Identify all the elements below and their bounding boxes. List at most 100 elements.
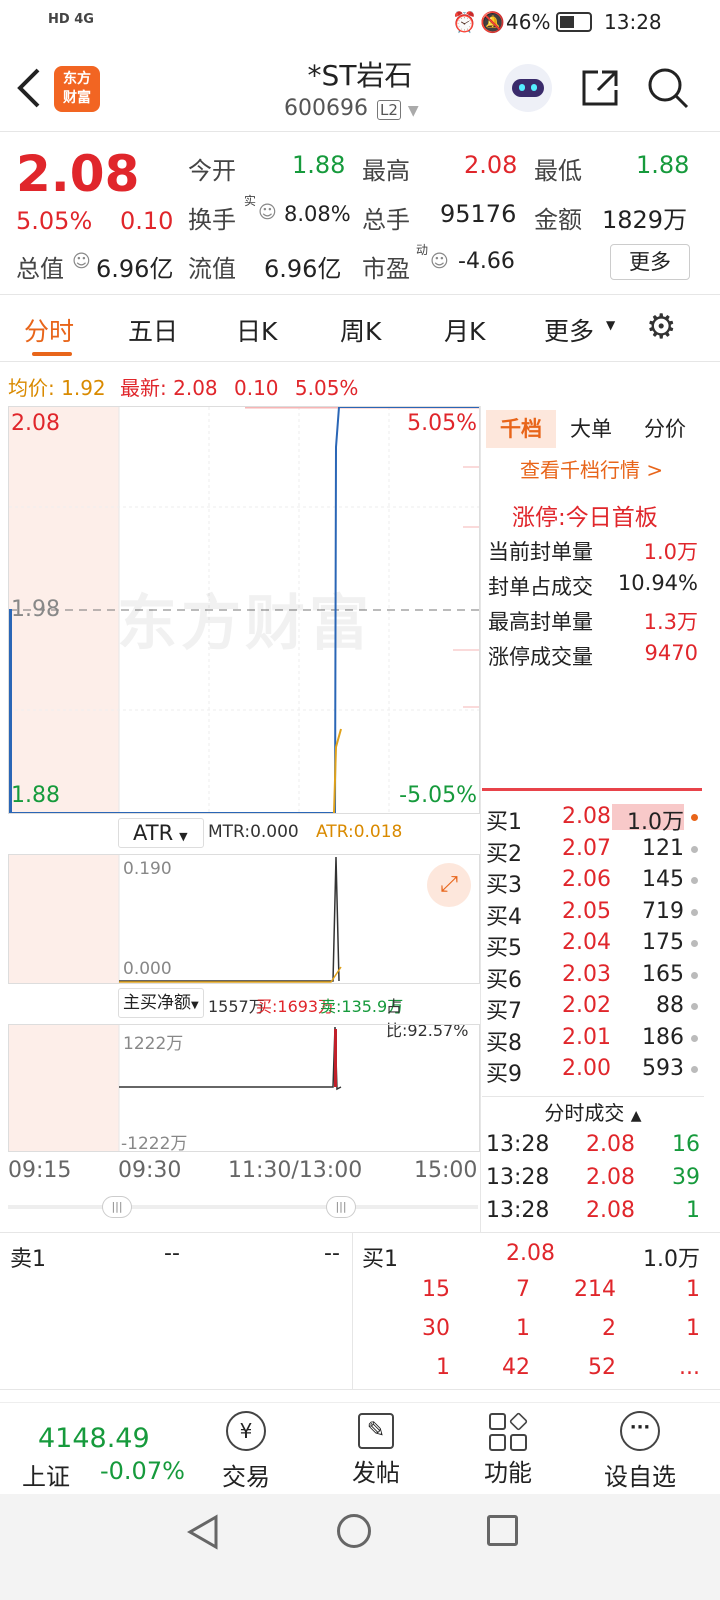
queue-cell: 30 (422, 1316, 450, 1341)
tab-weekly-k[interactable]: 周K (340, 312, 381, 348)
caret-down-icon: ▼ (191, 1000, 199, 1011)
bid-row[interactable]: 买8 2.01 186 (482, 1025, 704, 1056)
tab-five-day[interactable]: 五日 (128, 312, 178, 348)
edit-icon: ✎ (358, 1413, 394, 1449)
bid-label: 买3 (486, 873, 522, 898)
index-name: 上证 (22, 1463, 70, 1491)
tab-daily-k[interactable]: 日K (236, 312, 277, 348)
float-cap-label: 流值 (188, 255, 236, 283)
pe-label: 市盈 (362, 255, 410, 283)
bid-row[interactable]: 买5 2.04 175 (482, 930, 704, 961)
y-axis-mid: 1.98 (11, 597, 60, 622)
nav-home-icon[interactable] (337, 1514, 371, 1548)
time-range-slider[interactable]: ||| ||| (8, 1196, 478, 1218)
slider-handle-left[interactable]: ||| (102, 1196, 132, 1218)
header: 东方 财富 *ST岩石 600696 L2 ▼ (0, 44, 720, 132)
back-icon[interactable] (14, 66, 42, 110)
tab-intraday[interactable]: 分时 (24, 312, 74, 348)
caret-down-icon: ▼ (179, 830, 188, 843)
change-pct: 5.05% (16, 207, 93, 235)
info-icon[interactable]: ☺ (258, 202, 277, 223)
flow-chart[interactable]: 1222万 -1222万 (8, 1024, 480, 1154)
price-series (9, 407, 479, 813)
bid-price: 2.08 (562, 804, 611, 829)
amount-value: 1829万 (602, 206, 688, 234)
divider (482, 788, 702, 791)
bid-row[interactable]: 买3 2.06 145 (482, 867, 704, 898)
stock-code: 600696 (284, 96, 368, 121)
search-icon[interactable] (646, 66, 690, 110)
open-value: 1.88 (292, 151, 346, 179)
nav-back-icon[interactable] (186, 1514, 220, 1550)
grid-icon (489, 1411, 529, 1451)
status-dot-icon (691, 1066, 698, 1073)
trade-button[interactable]: ¥ 交易 (216, 1411, 276, 1491)
post-button[interactable]: ✎ 发帖 (346, 1411, 406, 1491)
bid-row[interactable]: 买1 2.08 1.0万 (482, 804, 704, 835)
add-watchlist-button[interactable]: ··· 设自选 (598, 1411, 682, 1491)
side-separator (480, 406, 481, 1232)
bid-row[interactable]: 买7 2.02 88 (482, 993, 704, 1024)
expand-icon[interactable]: ⤢ (427, 863, 471, 907)
bid-price: 2.05 (562, 898, 611, 924)
amount-label: 金额 (534, 206, 582, 234)
features-label: 功能 (484, 1459, 532, 1487)
index-ticker[interactable]: 4148.49 上证 -0.07% (14, 1417, 185, 1491)
stat-value: 9470 (644, 641, 698, 665)
add-watchlist-label: 设自选 (604, 1463, 676, 1491)
atr-indicator-select[interactable]: ATR ▼ (118, 818, 204, 848)
time-axis: 09:15 09:30 11:30/13:00 15:00 (8, 1158, 480, 1188)
change-value: 0.10 (120, 207, 174, 235)
volume-value: 95176 (440, 200, 517, 228)
stat-label: 当前封单量 (488, 540, 593, 564)
robot-assistant-icon[interactable] (504, 64, 552, 112)
atr-header: ATR ▼ MTR:0.000 ATR:0.018 (118, 816, 478, 852)
time-label: 09:15 (8, 1158, 72, 1183)
tab-monthly-k[interactable]: 月K (444, 312, 485, 348)
info-icon[interactable]: ☺ (430, 251, 449, 272)
chart-tabs: 分时 五日 日K 周K 月K 更多 ▼ ⚙ (0, 296, 720, 362)
index-change: -0.07% (100, 1457, 185, 1485)
atr-min: 0.000 (123, 959, 172, 979)
dropdown-icon: ▼ (407, 103, 419, 119)
tab-more[interactable]: 更多 (544, 312, 594, 348)
bid-row[interactable]: 买4 2.05 719 (482, 898, 704, 930)
features-button[interactable]: 功能 (478, 1411, 538, 1491)
flow-indicator-select[interactable]: 主买净额▼ (118, 988, 204, 1018)
stat-value: 1.0万 (643, 540, 698, 564)
status-dot-icon (691, 814, 698, 821)
bid-row[interactable]: 买2 2.07 121 (482, 836, 704, 867)
side-tab-large-orders[interactable]: 大单 (570, 410, 612, 448)
bottom-toolbar: 4148.49 上证 -0.07% ¥ 交易 ✎ 发帖 功能 ··· 设自选 (0, 1402, 720, 1494)
bid-volume: 719 (642, 898, 684, 924)
bid-volume: 88 (656, 993, 684, 1018)
atr-chart[interactable]: 0.190 0.000 ⤢ (8, 854, 480, 984)
bid-row[interactable]: 买9 2.00 593 (482, 1056, 704, 1087)
high-label: 最高 (362, 157, 410, 185)
sell1-price: -- (164, 1241, 180, 1266)
slider-handle-right[interactable]: ||| (326, 1196, 356, 1218)
status-dot-icon (691, 908, 698, 916)
side-tab-qiandang[interactable]: 千档 (486, 410, 556, 448)
intraday-chart[interactable]: 东方财富 2.08 1.98 1.88 5.05% -5.05% (8, 406, 480, 814)
ticks-header[interactable]: 分时成交 ▲ (482, 1096, 704, 1128)
atr-value: ATR:0.018 (316, 822, 403, 842)
stat-label: 封单占成交 (488, 575, 593, 599)
app-logo[interactable]: 东方 财富 (54, 66, 100, 112)
share-icon[interactable] (580, 68, 620, 108)
quote-panel: 2.08 5.05% 0.10 今开 1.88 最高 2.08 最低 1.88 … (0, 133, 720, 295)
turnover-value: 8.08% (284, 202, 351, 226)
queue-cell: 2 (602, 1316, 616, 1341)
more-button[interactable]: 更多 (610, 244, 690, 280)
view-depth-link[interactable]: 查看千档行情 > (520, 454, 663, 483)
nav-recents-icon[interactable] (487, 1515, 518, 1546)
last-value: 2.08 (173, 376, 218, 400)
info-icon[interactable]: ☺ (72, 251, 91, 272)
gear-icon[interactable]: ⚙ (646, 310, 676, 344)
stock-code-row[interactable]: 600696 L2 ▼ (284, 96, 419, 121)
side-tab-price-dist[interactable]: 分价 (644, 410, 686, 448)
ticks-title: 分时成交 (544, 1101, 625, 1125)
bid-book[interactable]: 买1 2.08 1.0万 买2 2.07 121 买3 2.06 145 买4 2.05 719 买5 2… (482, 802, 704, 1094)
battery-icon (556, 12, 592, 32)
bid-row[interactable]: 买6 2.03 165 (482, 962, 704, 993)
